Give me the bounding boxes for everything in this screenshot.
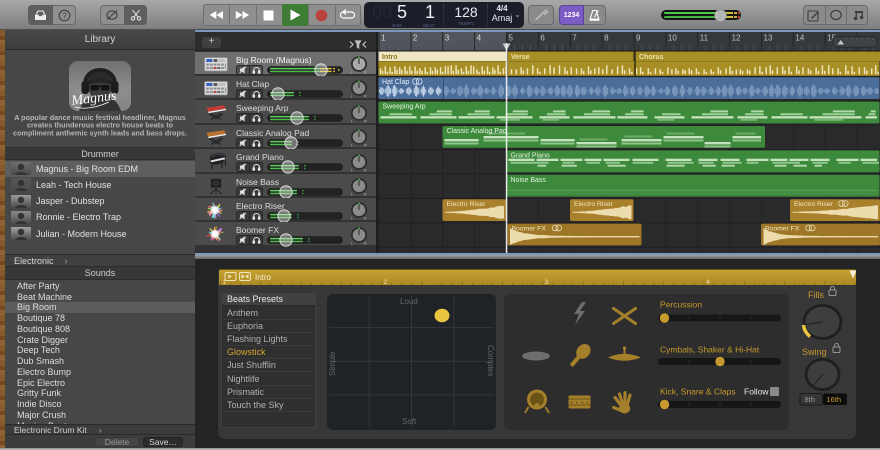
svg-text:R: R <box>364 95 367 99</box>
svg-text:5: 5 <box>509 34 514 43</box>
svg-text:3: 3 <box>545 278 549 285</box>
svg-text:Electro Riser: Electro Riser <box>447 201 487 208</box>
svg-text:Intro: Intro <box>255 272 272 281</box>
svg-text:Follow: Follow <box>744 386 769 396</box>
svg-text:Loud: Loud <box>400 297 418 306</box>
svg-text:R: R <box>364 144 367 148</box>
svg-text:8: 8 <box>604 34 609 43</box>
svg-text:Classic Analog Pad: Classic Analog Pad <box>447 128 507 135</box>
svg-text:R: R <box>364 71 367 75</box>
svg-text:8th: 8th <box>805 395 815 404</box>
svg-text:Soft: Soft <box>402 417 417 426</box>
svg-text:1: 1 <box>381 34 386 43</box>
svg-text:R: R <box>364 193 367 197</box>
svg-text:Intro: Intro <box>382 54 398 61</box>
svg-text:6: 6 <box>540 34 545 43</box>
svg-text:3: 3 <box>445 34 450 43</box>
svg-text:Verse: Verse <box>511 54 530 61</box>
svg-text:Kick, Snare & Claps: Kick, Snare & Claps <box>660 386 736 396</box>
svg-text:Electro Riser: Electro Riser <box>574 201 614 208</box>
svg-text:2: 2 <box>384 278 388 285</box>
svg-text:R: R <box>364 119 367 123</box>
svg-text:Boomer FX: Boomer FX <box>512 226 547 233</box>
svg-text:L: L <box>351 193 353 197</box>
svg-text:L: L <box>351 241 353 245</box>
svg-text:Fills: Fills <box>808 290 824 300</box>
svg-text:Noise Bass: Noise Bass <box>511 177 547 184</box>
svg-text:12: 12 <box>732 34 741 43</box>
svg-text:9: 9 <box>636 34 641 43</box>
svg-text:Chorus: Chorus <box>639 54 664 61</box>
svg-text:Hat Clap: Hat Clap <box>382 79 409 86</box>
svg-text:Sweeping Arp: Sweeping Arp <box>383 104 426 111</box>
svg-text:L: L <box>351 95 353 99</box>
svg-text:Simple: Simple <box>328 350 337 375</box>
svg-text:11: 11 <box>700 34 709 43</box>
svg-text:2: 2 <box>413 34 418 43</box>
svg-text:Electro Riser: Electro Riser <box>794 201 834 208</box>
svg-text:Cymbals, Shaker & Hi-Hat: Cymbals, Shaker & Hi-Hat <box>660 344 760 354</box>
svg-text:L: L <box>351 71 353 75</box>
svg-text:?: ? <box>62 11 67 20</box>
svg-text:16th: 16th <box>827 395 842 404</box>
svg-text:L: L <box>351 217 353 221</box>
svg-text:L: L <box>351 168 353 172</box>
svg-text:L: L <box>351 144 353 148</box>
svg-text:14: 14 <box>795 34 804 43</box>
svg-text:Complex: Complex <box>486 345 495 377</box>
svg-text:Percussion: Percussion <box>660 299 702 309</box>
svg-text:4: 4 <box>706 278 710 285</box>
svg-text:13: 13 <box>764 34 773 43</box>
svg-text:L: L <box>351 119 353 123</box>
svg-text:4: 4 <box>477 34 482 43</box>
svg-text:Grand Piano: Grand Piano <box>511 152 550 159</box>
svg-text:Boomer FX: Boomer FX <box>765 226 800 233</box>
svg-text:R: R <box>364 168 367 172</box>
svg-text:R: R <box>364 217 367 221</box>
svg-text:7: 7 <box>572 34 577 43</box>
svg-text:R: R <box>364 241 367 245</box>
svg-text:1: 1 <box>223 278 227 285</box>
svg-text:10: 10 <box>668 34 677 43</box>
svg-text:Swing: Swing <box>802 347 827 357</box>
